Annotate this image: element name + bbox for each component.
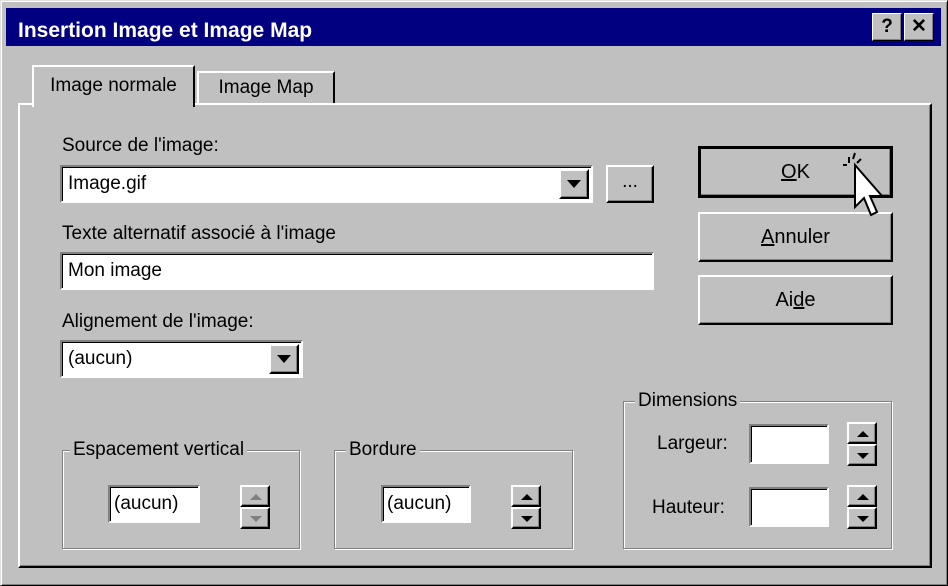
help-title-button[interactable]: ? xyxy=(872,13,902,41)
source-combo[interactable]: Image.gif xyxy=(60,165,593,203)
chevron-down-icon xyxy=(567,180,581,188)
border-input[interactable]: (aucun) xyxy=(381,485,471,523)
alignment-value: (aucun) xyxy=(68,348,133,369)
spin-up-button[interactable] xyxy=(511,485,541,507)
alt-text-label: Texte alternatif associé à l'image xyxy=(62,223,336,244)
spin-down-button[interactable] xyxy=(511,507,541,529)
spin-up-button[interactable] xyxy=(847,422,877,444)
vertical-spacing-spinner[interactable] xyxy=(240,485,270,529)
browse-button[interactable]: ... xyxy=(606,165,654,203)
spin-down-button[interactable] xyxy=(847,507,877,529)
help-button[interactable]: Aide xyxy=(698,275,893,325)
close-button[interactable]: ✕ xyxy=(904,13,934,41)
arrow-up-icon xyxy=(521,494,533,500)
spin-down-button[interactable] xyxy=(847,444,877,466)
height-spinner[interactable] xyxy=(847,485,877,529)
tab-joint xyxy=(34,101,193,106)
source-value: Image.gif xyxy=(68,173,147,194)
arrow-down-icon xyxy=(250,516,262,522)
arrow-up-icon xyxy=(250,494,262,500)
spin-up-button[interactable] xyxy=(240,485,270,507)
width-label: Largeur: xyxy=(657,433,728,454)
arrow-down-icon xyxy=(857,453,869,459)
vertical-spacing-input[interactable]: (aucun) xyxy=(108,485,200,523)
title-bar[interactable]: Insertion Image et Image Map xyxy=(6,8,941,46)
source-dropdown-button[interactable] xyxy=(559,169,589,199)
source-label: Source de l'image: xyxy=(62,135,219,156)
close-icon: ✕ xyxy=(911,16,927,37)
alignment-label: Alignement de l'image: xyxy=(62,311,254,332)
arrow-cursor-icon xyxy=(843,152,885,217)
width-input[interactable] xyxy=(749,424,829,464)
spin-down-button[interactable] xyxy=(240,507,270,529)
alt-text-value: Mon image xyxy=(68,260,162,281)
alignment-dropdown-button[interactable] xyxy=(269,344,299,374)
alt-text-input[interactable]: Mon image xyxy=(60,252,654,290)
chevron-down-icon xyxy=(277,355,291,363)
tab-image-map[interactable]: Image Map xyxy=(197,71,335,104)
spin-up-button[interactable] xyxy=(847,485,877,507)
width-spinner[interactable] xyxy=(847,422,877,466)
height-label: Hauteur: xyxy=(652,497,725,518)
alignment-select[interactable]: (aucun) xyxy=(60,340,303,378)
window-title: Insertion Image et Image Map xyxy=(18,19,313,42)
border-spinner[interactable] xyxy=(511,485,541,529)
arrow-down-icon xyxy=(521,516,533,522)
border-legend: Bordure xyxy=(346,439,420,461)
arrow-down-icon xyxy=(857,516,869,522)
height-input[interactable] xyxy=(749,487,829,527)
dialog-window: Insertion Image et Image Map ? ✕ Image n… xyxy=(0,0,948,586)
arrow-up-icon xyxy=(857,494,869,500)
arrow-up-icon xyxy=(857,431,869,437)
dimensions-legend: Dimensions xyxy=(635,390,741,412)
vertical-spacing-legend: Espacement vertical xyxy=(70,439,248,461)
